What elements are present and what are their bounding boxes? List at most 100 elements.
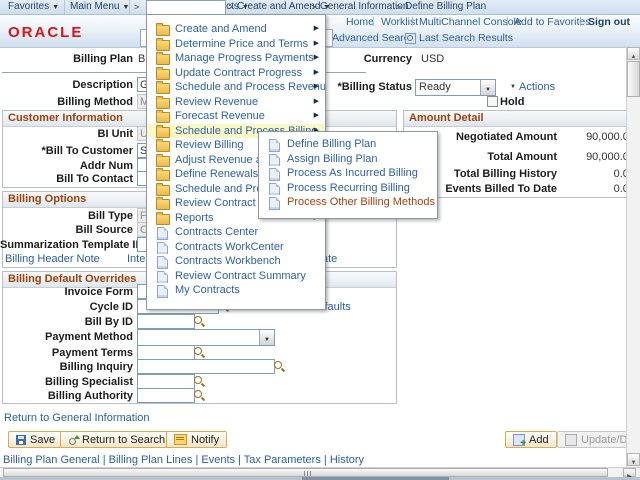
last-search-results-link[interactable]: Last Search Results: [419, 32, 513, 44]
breadcrumb-separator: >: [311, 2, 316, 12]
payment-method-select[interactable]: ▼: [137, 329, 275, 346]
bill-by-id-input[interactable]: [137, 314, 195, 329]
breadcrumb-define-billing-plan[interactable]: Define Billing Plan: [405, 1, 486, 12]
actions-link[interactable]: Actions: [519, 81, 555, 93]
scroll-up-button[interactable]: ▲: [627, 47, 640, 60]
menu-item-forecast-revenue[interactable]: Forecast Revenue▶: [147, 109, 325, 124]
save-button[interactable]: Save: [8, 431, 63, 448]
page-icon: [269, 197, 280, 210]
page-icon: [269, 183, 280, 196]
folder-icon: [156, 141, 170, 152]
return-to-general-information-link[interactable]: Return to General Information: [4, 412, 150, 424]
menu-item-contracts-center[interactable]: Contracts Center: [147, 225, 325, 240]
horizontal-scrollbar-thumb[interactable]: [3, 468, 608, 477]
scroll-down-button[interactable]: ▼: [627, 453, 640, 466]
bill-by-id-label: Bill By ID: [0, 316, 133, 328]
page-icon: [157, 256, 168, 269]
billing-authority-lookup-icon[interactable]: [194, 390, 205, 401]
header-link-separator: |: [506, 16, 509, 27]
payment-method-label: Payment Method: [0, 331, 133, 343]
notify-icon: [174, 434, 187, 445]
billing-inquiry-input[interactable]: [137, 359, 275, 374]
billing-authority-input[interactable]: [137, 388, 195, 403]
billing-inquiry-lookup-icon[interactable]: [274, 361, 285, 372]
negotiated-amount-value: 90,000.00: [556, 131, 635, 143]
total-amount-value: 90,000.00: [556, 151, 635, 163]
scroll-up-icon: ▲: [631, 54, 637, 60]
header-link-separator: |: [579, 16, 582, 27]
tab-history[interactable]: History: [330, 454, 364, 466]
menu-item-update-contract-progress[interactable]: Update Contract Progress▶: [147, 66, 325, 81]
summarization-template-id-label: Summarization Template ID: [0, 239, 133, 251]
folder-icon: [156, 170, 170, 181]
page-icon: [269, 154, 280, 167]
tab-billing-plan-lines[interactable]: Billing Plan Lines: [109, 454, 193, 466]
breadcrumb: Favorites▼ Main Menu▼ > Customer Contrac…: [0, 0, 640, 15]
payment-terms-label: Payment Terms: [0, 347, 133, 359]
billing-status-select[interactable]: Ready ▼: [415, 79, 496, 96]
menu-item-contracts-workbench[interactable]: Contracts Workbench: [147, 254, 325, 269]
folder-icon: [156, 214, 170, 225]
page-icon: [269, 168, 280, 181]
folder-icon: [156, 83, 170, 94]
home-link[interactable]: Home: [346, 16, 374, 28]
folder-icon: [156, 40, 170, 51]
menu-item-my-contracts[interactable]: My Contracts: [147, 283, 325, 298]
breadcrumb-create-and-amend[interactable]: Create and Amend▼: [237, 1, 330, 12]
page-icon: [157, 271, 168, 284]
payment-terms-input[interactable]: [137, 345, 195, 360]
menu-item-manage-progress-payments[interactable]: Manage Progress Payments▶: [147, 51, 325, 66]
description-label: Description: [0, 79, 133, 91]
scroll-right-button[interactable]: ▶: [623, 468, 636, 477]
submenu-item-process-as-incurred-billing[interactable]: Process As Incurred Billing: [259, 166, 437, 181]
submenu-item-process-recurring-billing[interactable]: Process Recurring Billing: [259, 181, 437, 196]
menu-item-contracts-workcenter[interactable]: Contracts WorkCenter: [147, 240, 325, 255]
events-billed-to-date-value: 0.00: [556, 183, 635, 195]
bill-by-id-lookup-icon[interactable]: [194, 316, 205, 327]
billing-plan-label: Billing Plan: [0, 53, 133, 65]
breadcrumb-favorites[interactable]: Favorites▼: [8, 1, 59, 12]
tab-events[interactable]: Events: [201, 454, 235, 466]
payment-terms-lookup-icon[interactable]: [194, 347, 205, 358]
dropdown-arrow-button[interactable]: ▼: [480, 80, 495, 95]
scroll-down-icon: ▼: [631, 460, 637, 466]
add-button[interactable]: Add: [505, 431, 557, 448]
return-to-search-button[interactable]: Return to Search: [60, 431, 173, 448]
submenu-item-assign-billing-plan[interactable]: Assign Billing Plan: [259, 152, 437, 167]
breadcrumb-divider: [129, 0, 130, 14]
dropdown-arrow-button[interactable]: ▼: [259, 330, 274, 345]
billing-header-note-link[interactable]: Billing Header Note: [5, 253, 100, 265]
vertical-scrollbar-thumb[interactable]: [627, 61, 640, 97]
billing-specialist-input[interactable]: [137, 374, 195, 389]
billing-inquiry-label: Billing Inquiry: [0, 361, 133, 373]
folder-icon: [156, 185, 170, 196]
breadcrumb-separator: >: [134, 2, 139, 12]
sign-out-link[interactable]: Sign out: [588, 16, 630, 28]
menu-item-review-revenue[interactable]: Review Revenue▶: [147, 95, 325, 110]
cycle-id-label: Cycle ID: [0, 301, 133, 313]
bill-to-contact-label: Bill To Contact: [0, 173, 133, 185]
tab-billing-plan-general[interactable]: Billing Plan General: [3, 454, 100, 466]
submenu-item-process-other-billing-methods[interactable]: Process Other Billing Methods: [259, 195, 437, 210]
notify-button[interactable]: Notify: [166, 431, 227, 448]
hold-checkbox[interactable]: [487, 96, 498, 107]
chevron-down-icon: ▼: [242, 4, 249, 11]
menu-item-determine-price-and-terms[interactable]: Determine Price and Terms▶: [147, 37, 325, 52]
scrollbar-grip: [304, 471, 312, 476]
folder-icon: [156, 98, 170, 109]
submenu-item-define-billing-plan[interactable]: Define Billing Plan: [259, 137, 437, 152]
bill-to-customer-label: *Bill To Customer: [0, 145, 133, 157]
chevron-down-icon: ▼: [52, 4, 59, 11]
folder-icon: [156, 127, 170, 138]
vertical-scrollbar[interactable]: ▲ ▼: [626, 47, 640, 467]
breadcrumb-main-menu[interactable]: Main Menu▼: [70, 1, 129, 12]
amount-detail-title: Amount Detail: [404, 111, 634, 127]
menu-item-create-and-amend[interactable]: Create and Amend▶: [147, 22, 325, 37]
billing-specialist-lookup-icon[interactable]: [194, 376, 205, 387]
currency-value: USD: [421, 53, 444, 65]
advanced-search-link[interactable]: Advanced Search: [332, 32, 415, 44]
menu-item-review-contract-summary[interactable]: Review Contract Summary: [147, 269, 325, 284]
submenu-arrow-icon: ▶: [314, 51, 319, 66]
tab-tax-parameters[interactable]: Tax Parameters: [244, 454, 321, 466]
menu-item-schedule-and-process-revenue[interactable]: Schedule and Process Revenue▶: [147, 80, 325, 95]
